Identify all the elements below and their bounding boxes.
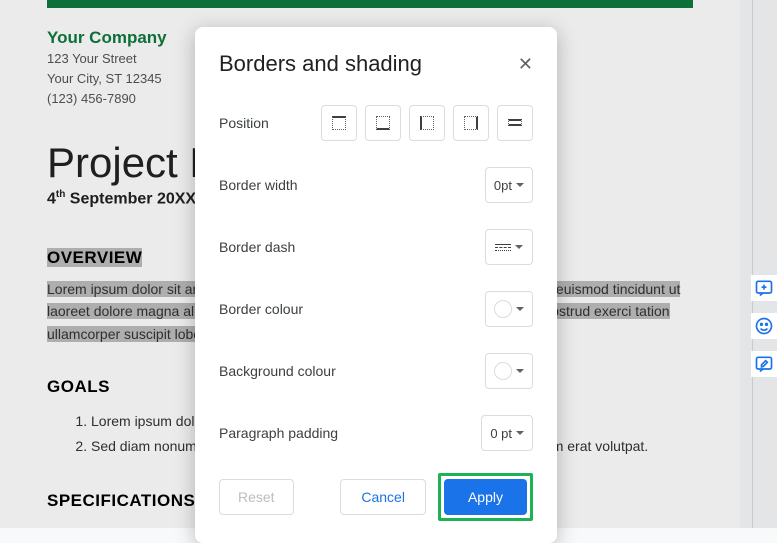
position-row: Position [219,105,533,141]
side-toolbar [751,275,777,377]
reset-button[interactable]: Reset [219,479,294,515]
paragraph-padding-row: Paragraph padding 0 pt [219,415,533,451]
border-bottom-button[interactable] [365,105,401,141]
border-width-label: Border width [219,177,298,193]
borders-shading-dialog: Borders and shading ✕ Position Border wi… [195,27,557,543]
chevron-down-icon [516,307,524,311]
border-width-dropdown[interactable]: 0pt [485,167,533,203]
border-left-button[interactable] [409,105,445,141]
apply-button[interactable]: Apply [444,479,527,515]
chevron-down-icon [516,369,524,373]
chevron-down-icon [516,431,524,435]
border-dash-dropdown[interactable] [485,229,533,265]
background-colour-dropdown[interactable] [485,353,533,389]
position-buttons [321,105,533,141]
border-colour-dropdown[interactable] [485,291,533,327]
chevron-down-icon [515,245,523,249]
dialog-footer: Reset Cancel Apply [219,473,533,521]
close-icon[interactable]: ✕ [518,54,533,75]
border-top-button[interactable] [321,105,357,141]
colour-swatch-icon [494,362,512,380]
border-colour-label: Border colour [219,301,303,317]
background-colour-row: Background colour [219,353,533,389]
add-comment-icon[interactable] [751,275,777,301]
border-dash-label: Border dash [219,239,295,255]
position-label: Position [219,115,269,131]
suggest-edits-icon[interactable] [751,351,777,377]
dialog-title: Borders and shading [219,51,422,77]
paragraph-padding-dropdown[interactable]: 0 pt [481,415,533,451]
border-width-row: Border width 0pt [219,167,533,203]
dash-style-icon [495,244,511,251]
border-right-button[interactable] [453,105,489,141]
chevron-down-icon [516,183,524,187]
colour-swatch-icon [494,300,512,318]
border-colour-row: Border colour [219,291,533,327]
border-dash-row: Border dash [219,229,533,265]
paragraph-padding-label: Paragraph padding [219,425,338,441]
dialog-header: Borders and shading ✕ [219,51,533,77]
border-width-value: 0pt [494,178,512,193]
border-between-button[interactable] [497,105,533,141]
cancel-button[interactable]: Cancel [340,479,426,515]
background-colour-label: Background colour [219,363,336,379]
apply-highlight: Apply [438,473,533,521]
paragraph-padding-value: 0 pt [490,426,512,441]
emoji-icon[interactable] [751,313,777,339]
